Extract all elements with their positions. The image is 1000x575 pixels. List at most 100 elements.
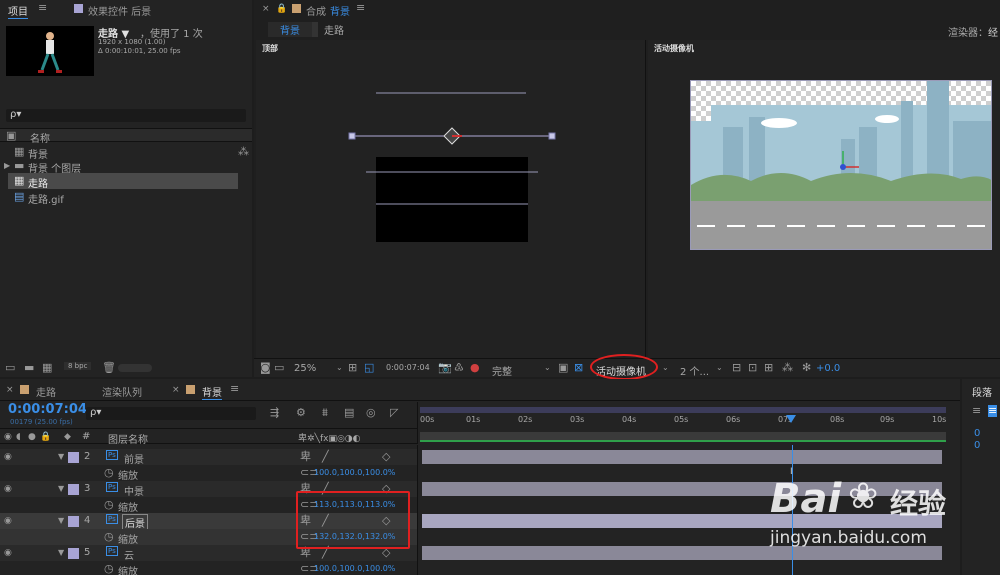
layer-name[interactable]: 中景	[124, 483, 144, 498]
indent-value-1[interactable]: 0	[974, 428, 980, 439]
3d-layer-icon[interactable]: ◇	[382, 451, 390, 463]
shy-icon[interactable]: ⩩	[322, 407, 328, 419]
collapse-switch-icon[interactable]: 卑	[300, 451, 311, 463]
label-swatch[interactable]	[68, 484, 79, 495]
new-composition-icon[interactable]: ▦	[42, 362, 52, 374]
show-snapshot-icon[interactable]: ♳	[454, 362, 464, 374]
close-icon[interactable]: ×	[6, 384, 14, 396]
flowchart-icon[interactable]: ⁂	[238, 146, 249, 158]
comp-title-name[interactable]: 背景	[330, 3, 350, 18]
tab-project[interactable]: 项目	[8, 3, 28, 19]
bpc-button[interactable]: 8 bpc	[64, 362, 92, 370]
comp-canvas[interactable]	[690, 80, 992, 250]
flowchart-icon[interactable]: ⁂	[782, 362, 793, 374]
stopwatch-icon[interactable]: ◷	[104, 467, 114, 479]
eye-icon[interactable]: ◉	[4, 515, 12, 527]
time-ruler[interactable]: 00s 01s 02s 03s 04s 05s 06s 07s 08s 09s …	[417, 402, 947, 444]
layer-bar[interactable]	[422, 450, 942, 464]
layer-name[interactable]: 前景	[124, 451, 144, 466]
timeline-icon[interactable]: ⊞	[764, 362, 773, 374]
layer-name[interactable]: 云	[124, 547, 134, 562]
align-left-icon[interactable]: ≡	[972, 405, 981, 417]
tab-effects[interactable]: 效果控件 后景	[88, 3, 151, 18]
eye-icon[interactable]: ◉	[4, 547, 12, 559]
chevron-down-icon[interactable]: ⌄	[336, 362, 343, 374]
viewer-timecode[interactable]: 0:00:07:04	[386, 363, 430, 372]
interpret-footage-icon[interactable]: ▭	[5, 362, 15, 374]
expand-arrow-icon[interactable]: ▶	[4, 160, 10, 172]
timeline-timecode[interactable]: 0:00:07:04	[8, 402, 87, 417]
grid-icon[interactable]: ⊞	[348, 362, 357, 374]
trash-icon[interactable]: 🗑	[102, 362, 116, 374]
fast-preview-icon[interactable]: ⊡	[748, 362, 757, 374]
expand-arrow-icon[interactable]: ▼	[58, 483, 64, 495]
stopwatch-icon[interactable]: ◷	[104, 531, 114, 543]
list-item[interactable]: ▤ 走路.gif	[0, 189, 240, 207]
close-icon[interactable]: ×	[172, 384, 180, 396]
column-name[interactable]: 名称	[30, 130, 50, 145]
camera-snapshot-icon[interactable]: 📷	[438, 362, 452, 374]
lock-icon[interactable]: 🔒	[276, 3, 287, 15]
timeline-search-input[interactable]: ρ▾	[86, 407, 256, 420]
work-area-bar[interactable]	[420, 407, 946, 413]
views-select[interactable]: 2 个...	[680, 363, 709, 378]
column-layer-name[interactable]: 图层名称	[108, 431, 148, 446]
transparency-grid-icon[interactable]: ⊠	[574, 362, 583, 374]
renderer-value[interactable]: 经	[988, 24, 998, 39]
label-swatch[interactable]	[68, 548, 79, 559]
table-row[interactable]: ◉ ▼ 2 Ps 前景 卑 ╱ ◇	[0, 449, 417, 466]
resolution-select[interactable]: 完整	[492, 363, 512, 378]
audio-icon[interactable]: ◖	[16, 431, 21, 443]
new-folder-icon[interactable]: ▬	[24, 362, 34, 374]
view-active-camera[interactable]: 活动摄像机	[648, 40, 1000, 358]
exposure-icon[interactable]: ✻	[802, 362, 811, 374]
motion-blur-icon[interactable]: ◎	[366, 407, 376, 419]
eye-icon[interactable]: ◉	[4, 431, 12, 443]
exposure-value[interactable]: +0.0	[816, 363, 840, 374]
expand-arrow-icon[interactable]: ▼	[58, 515, 64, 527]
comp-menu-icon[interactable]: ≡	[356, 2, 365, 14]
solo-icon[interactable]: ●	[28, 431, 36, 443]
chevron-down-icon[interactable]: ⌄	[662, 362, 669, 374]
quality-switch-icon[interactable]: ╱	[322, 451, 329, 463]
property-value[interactable]: 100.0,100.0,100.0%	[314, 564, 395, 573]
playhead-handle[interactable]	[786, 415, 796, 423]
label-swatch[interactable]	[68, 452, 79, 463]
chevron-down-icon[interactable]: ⌄	[716, 362, 723, 374]
tab-paragraph[interactable]: 段落	[972, 384, 992, 399]
menu-icon[interactable]: ≡	[38, 2, 47, 14]
view-top[interactable]: 顶部	[256, 40, 646, 358]
indent-value-2[interactable]: 0	[974, 440, 980, 451]
frame-blending-icon[interactable]: ▤	[344, 407, 354, 419]
pixel-aspect-icon[interactable]: ⊟	[732, 362, 741, 374]
always-preview-icon[interactable]: ◙	[260, 362, 271, 374]
stopwatch-icon[interactable]: ◷	[104, 499, 114, 511]
close-icon[interactable]: ×	[262, 3, 270, 15]
mask-icon[interactable]: ◱	[364, 362, 374, 374]
zoom-select[interactable]: 25%	[294, 363, 316, 374]
breadcrumb-active[interactable]: 背景	[268, 22, 318, 37]
expand-arrow-icon[interactable]: ▼	[58, 547, 64, 559]
draft-3d-icon[interactable]: ⚙	[296, 407, 306, 419]
tab-background[interactable]: 背景	[202, 384, 222, 400]
property-value[interactable]: 100.0,100.0,100.0%	[314, 468, 395, 477]
label-swatch[interactable]	[68, 516, 79, 527]
thumbnail-slider[interactable]	[118, 364, 152, 372]
breadcrumb-next[interactable]: 走路	[324, 22, 344, 37]
label-color-icon[interactable]: ▣	[6, 130, 16, 142]
label-icon[interactable]: ◆	[64, 431, 71, 443]
eye-icon[interactable]: ◉	[4, 483, 12, 495]
tab-render-queue[interactable]: 渲染队列	[102, 384, 142, 399]
expand-arrow-icon[interactable]: ▼	[58, 451, 64, 463]
comp-mini-flowchart-icon[interactable]: ⇶	[270, 407, 279, 419]
region-of-interest-icon[interactable]: ▣	[558, 362, 568, 374]
project-search-input[interactable]: ρ▾	[6, 109, 246, 122]
lock-icon[interactable]: 🔒	[40, 431, 51, 443]
color-channel-icon[interactable]: ●	[470, 362, 480, 374]
monitor-icon[interactable]: ▭	[274, 362, 284, 374]
chevron-down-icon[interactable]: ⌄	[544, 362, 551, 374]
tab-walk[interactable]: 走路	[36, 384, 56, 399]
list-item[interactable]: ▶ ▬ 背景 个图层	[0, 158, 240, 176]
list-item-selected[interactable]: ▦ 走路	[8, 173, 238, 190]
timeline-menu-icon[interactable]: ≡	[230, 383, 239, 395]
